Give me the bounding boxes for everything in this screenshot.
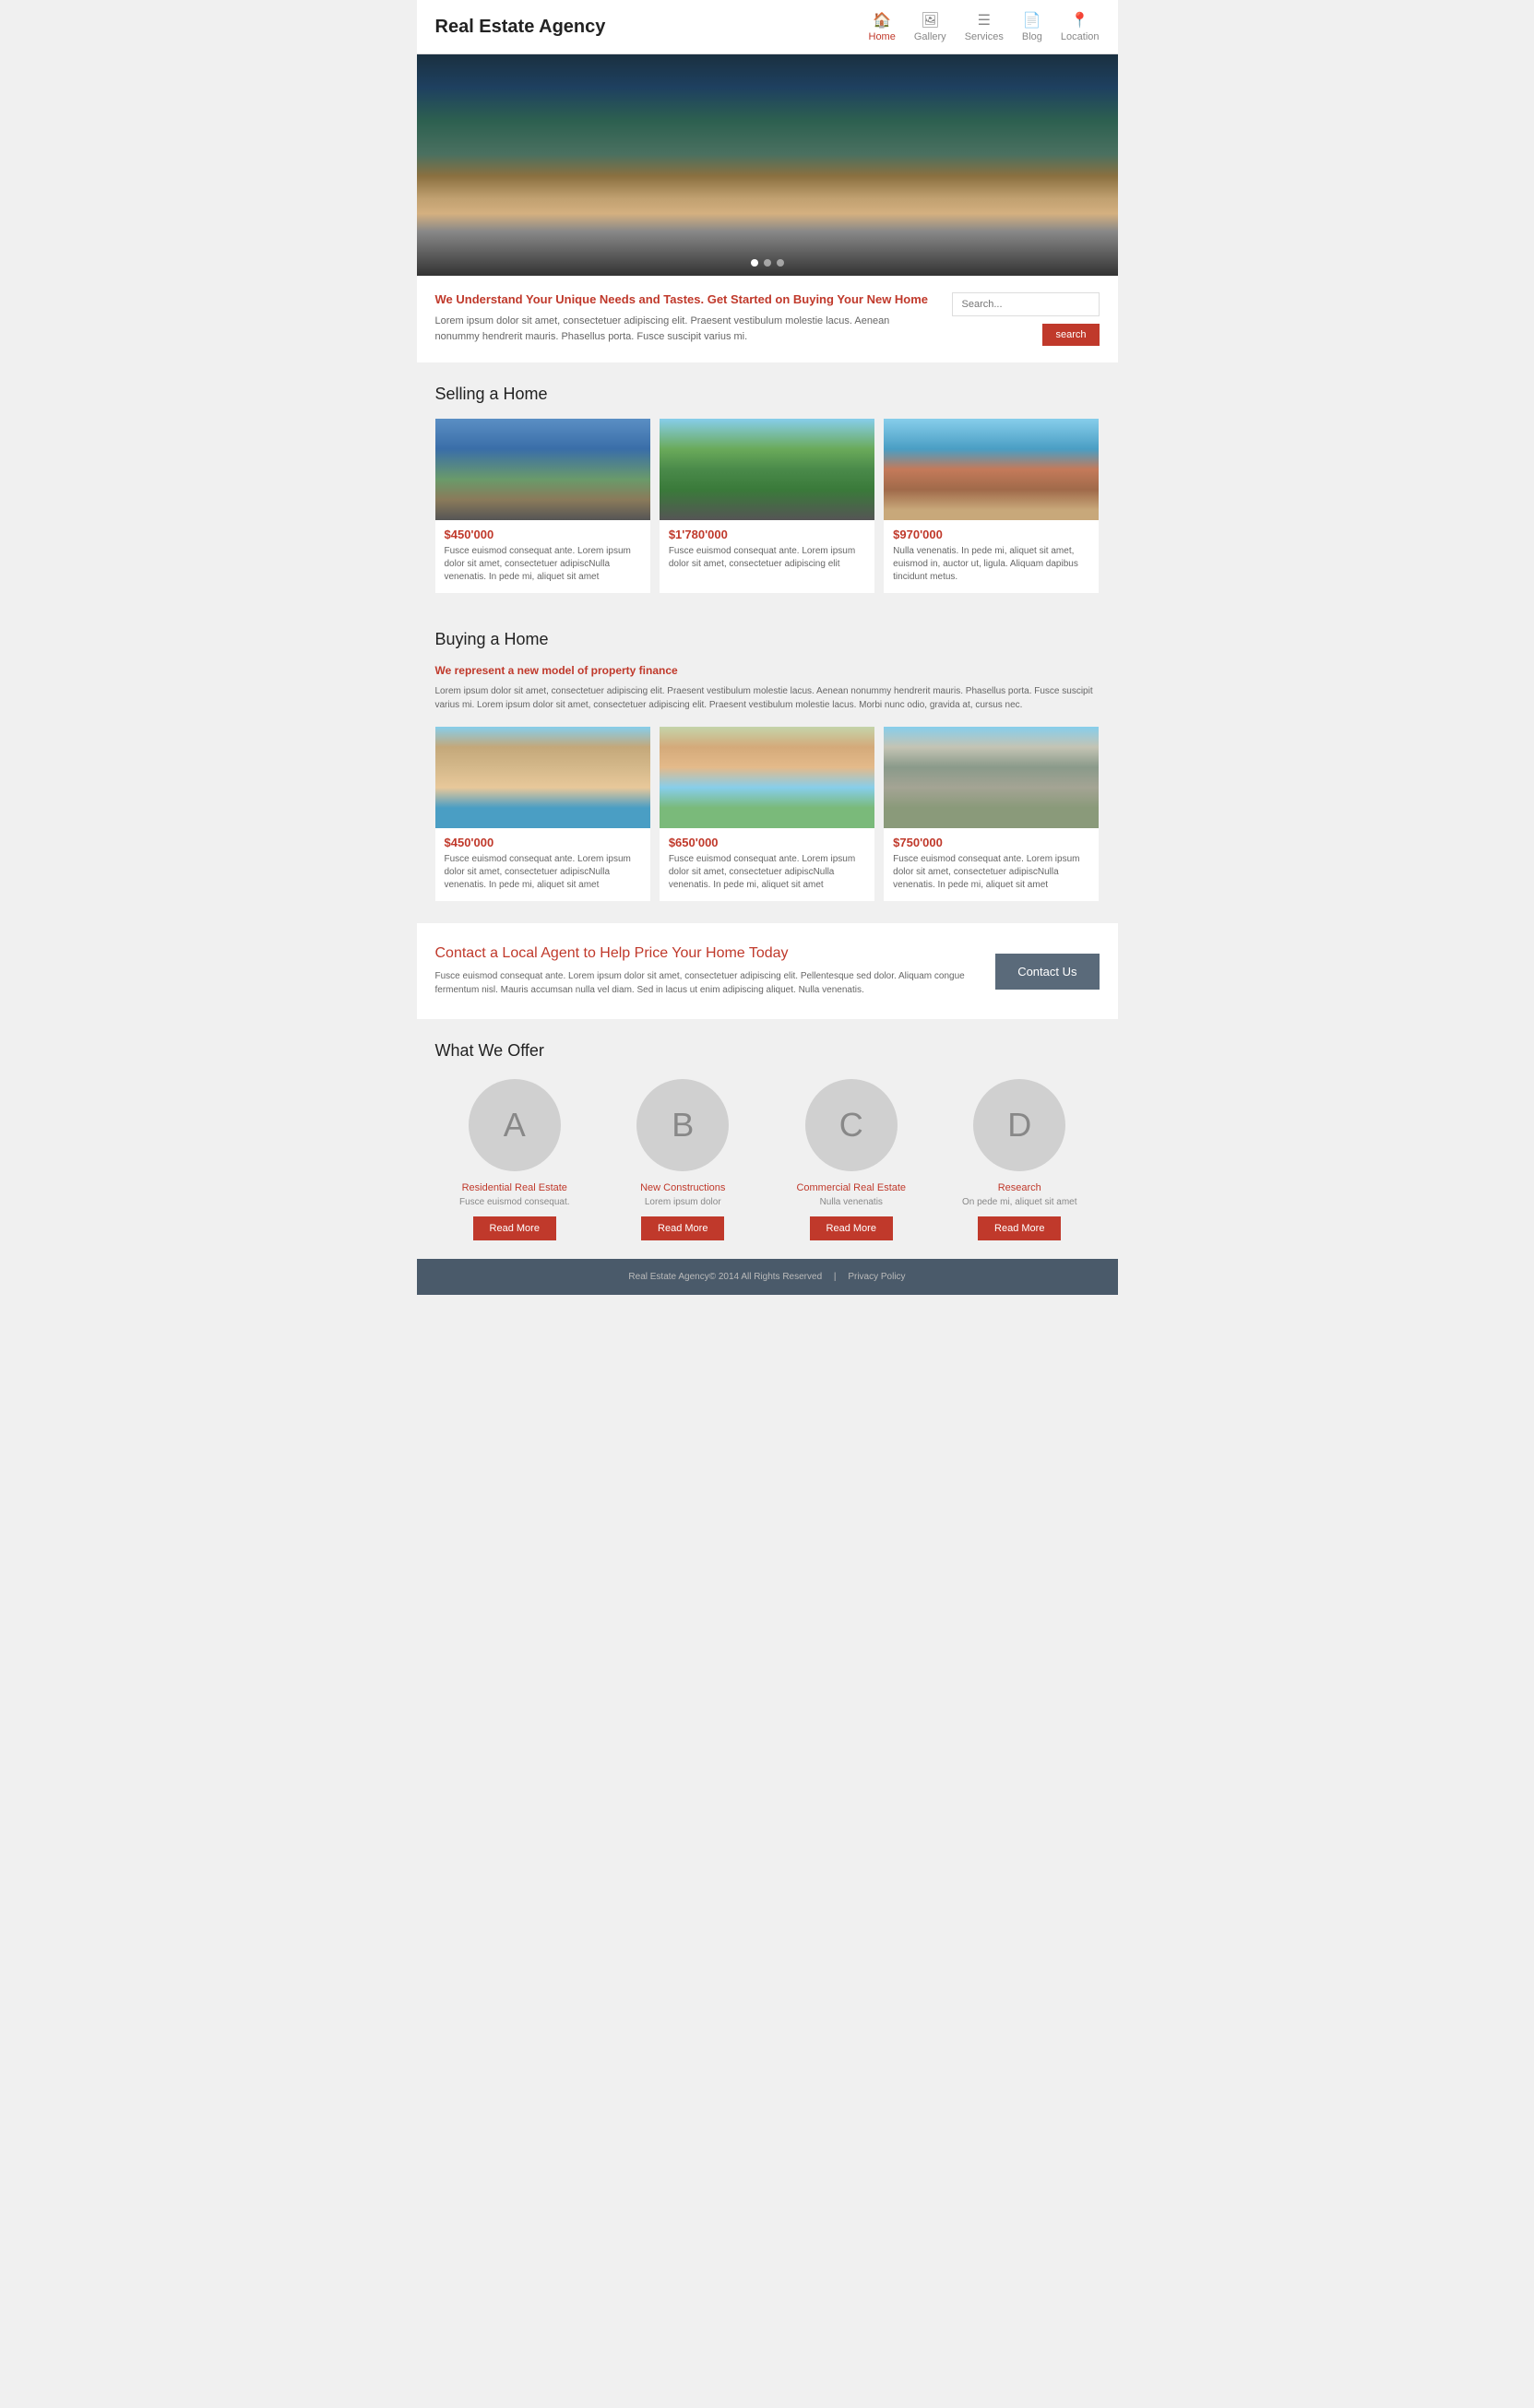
- selling-image-3: [884, 419, 1099, 520]
- site-logo: Real Estate Agency: [435, 17, 606, 38]
- offer-letter-c: C: [839, 1106, 863, 1145]
- search-input[interactable]: [952, 292, 1100, 316]
- footer: Real Estate Agency© 2014 All Rights Rese…: [417, 1259, 1118, 1295]
- buying-card-3: $750'000 Fusce euismod consequat ante. L…: [884, 727, 1099, 901]
- offer-name-d: Research: [998, 1182, 1041, 1193]
- nav-services[interactable]: ☰ Services: [965, 11, 1004, 42]
- read-more-research[interactable]: Read More: [978, 1216, 1061, 1240]
- buying-price-2: $650'000: [660, 828, 874, 853]
- offer-name-c: Commercial Real Estate: [796, 1182, 906, 1193]
- search-text: Lorem ipsum dolor sit amet, consectetuer…: [435, 314, 933, 344]
- cta-text: Fusce euismod consequat ante. Lorem ipsu…: [435, 969, 978, 997]
- offer-title: What We Offer: [435, 1041, 1100, 1061]
- nav-home-label: Home: [869, 31, 896, 42]
- offer-letter-a: A: [504, 1106, 526, 1145]
- nav-location-label: Location: [1061, 31, 1100, 42]
- offer-circle-a: A: [469, 1079, 561, 1171]
- offer-desc-d: On pede mi, aliquet sit amet: [962, 1197, 1077, 1207]
- hero-banner: [417, 54, 1118, 276]
- selling-grid: $450'000 Fusce euismod consequat ante. L…: [435, 419, 1100, 593]
- offer-card-residential: A Residential Real Estate Fusce euismod …: [435, 1079, 595, 1240]
- offer-desc-b: Lorem ipsum dolor: [645, 1197, 721, 1207]
- buying-desc-2: Fusce euismod consequat ante. Lorem ipsu…: [660, 853, 874, 901]
- selling-section: Selling a Home $450'000 Fusce euismod co…: [417, 366, 1118, 611]
- offer-letter-b: B: [672, 1106, 694, 1145]
- cta-left: Contact a Local Agent to Help Price Your…: [435, 945, 978, 997]
- buying-image-1: [435, 727, 650, 828]
- header: Real Estate Agency 🏠 Home 🖼 Gallery ☰ Se…: [417, 0, 1118, 54]
- offer-card-commercial: C Commercial Real Estate Nulla venenatis…: [772, 1079, 932, 1240]
- cta-section: Contact a Local Agent to Help Price Your…: [417, 923, 1118, 1019]
- selling-desc-2: Fusce euismod consequat ante. Lorem ipsu…: [660, 545, 874, 580]
- search-section: We Understand Your Unique Needs and Tast…: [417, 276, 1118, 362]
- read-more-commercial[interactable]: Read More: [810, 1216, 893, 1240]
- cta-title: Contact a Local Agent to Help Price Your…: [435, 945, 978, 962]
- offer-grid: A Residential Real Estate Fusce euismod …: [435, 1079, 1100, 1240]
- selling-image-1: [435, 419, 650, 520]
- offer-card-research: D Research On pede mi, aliquet sit amet …: [940, 1079, 1100, 1240]
- gallery-icon: 🖼: [921, 11, 939, 30]
- buying-card-1: $450'000 Fusce euismod consequat ante. L…: [435, 727, 650, 901]
- offer-circle-d: D: [973, 1079, 1065, 1171]
- nav-blog-label: Blog: [1022, 31, 1042, 42]
- buying-subtitle: We represent a new model of property fin…: [435, 664, 1100, 677]
- nav-gallery-label: Gallery: [914, 31, 946, 42]
- selling-image-2: [660, 419, 874, 520]
- read-more-residential[interactable]: Read More: [473, 1216, 556, 1240]
- selling-price-1: $450'000: [435, 520, 650, 545]
- nav-location[interactable]: 📍 Location: [1061, 11, 1100, 42]
- offer-circle-b: B: [636, 1079, 729, 1171]
- footer-separator: |: [834, 1272, 837, 1282]
- blog-icon: 📄: [1023, 11, 1041, 30]
- main-nav: 🏠 Home 🖼 Gallery ☰ Services 📄 Blog 📍 Loc…: [869, 11, 1100, 42]
- privacy-policy-link[interactable]: Privacy Policy: [848, 1272, 905, 1282]
- buying-price-3: $750'000: [884, 828, 1099, 853]
- search-button[interactable]: search: [1042, 324, 1099, 346]
- offer-name-a: Residential Real Estate: [462, 1182, 567, 1193]
- services-icon: ☰: [978, 11, 991, 30]
- buying-desc-1: Fusce euismod consequat ante. Lorem ipsu…: [435, 853, 650, 901]
- buying-text: Lorem ipsum dolor sit amet, consectetuer…: [435, 684, 1100, 712]
- nav-services-label: Services: [965, 31, 1004, 42]
- selling-price-3: $970'000: [884, 520, 1099, 545]
- hero-dot-3[interactable]: [777, 259, 784, 267]
- nav-gallery[interactable]: 🖼 Gallery: [914, 11, 946, 42]
- buying-desc-3: Fusce euismod consequat ante. Lorem ipsu…: [884, 853, 1099, 901]
- buying-card-2: $650'000 Fusce euismod consequat ante. L…: [660, 727, 874, 901]
- search-left: We Understand Your Unique Needs and Tast…: [435, 292, 933, 346]
- location-icon: 📍: [1071, 11, 1089, 30]
- selling-card-2: $1'780'000 Fusce euismod consequat ante.…: [660, 419, 874, 593]
- read-more-constructions[interactable]: Read More: [641, 1216, 724, 1240]
- buying-price-1: $450'000: [435, 828, 650, 853]
- home-icon: 🏠: [873, 11, 891, 30]
- contact-us-button[interactable]: Contact Us: [995, 954, 1099, 990]
- offer-letter-d: D: [1007, 1106, 1031, 1145]
- nav-home[interactable]: 🏠 Home: [869, 11, 896, 42]
- buying-section: Buying a Home We represent a new model o…: [417, 611, 1118, 919]
- offer-desc-a: Fusce euismod consequat.: [459, 1197, 570, 1207]
- buying-image-2: [660, 727, 874, 828]
- buying-grid: $450'000 Fusce euismod consequat ante. L…: [435, 727, 1100, 901]
- selling-price-2: $1'780'000: [660, 520, 874, 545]
- selling-card-1: $450'000 Fusce euismod consequat ante. L…: [435, 419, 650, 593]
- selling-title: Selling a Home: [435, 385, 1100, 404]
- buying-title: Buying a Home: [435, 630, 1100, 649]
- nav-blog[interactable]: 📄 Blog: [1022, 11, 1042, 42]
- offer-card-constructions: B New Constructions Lorem ipsum dolor Re…: [603, 1079, 763, 1240]
- selling-desc-3: Nulla venenatis. In pede mi, aliquet sit…: [884, 545, 1099, 593]
- offer-circle-c: C: [805, 1079, 898, 1171]
- hero-dots: [751, 259, 784, 267]
- selling-card-3: $970'000 Nulla venenatis. In pede mi, al…: [884, 419, 1099, 593]
- search-right: search: [952, 292, 1100, 346]
- hero-dot-1[interactable]: [751, 259, 758, 267]
- footer-text: Real Estate Agency© 2014 All Rights Rese…: [628, 1272, 822, 1282]
- hero-dot-2[interactable]: [764, 259, 771, 267]
- selling-desc-1: Fusce euismod consequat ante. Lorem ipsu…: [435, 545, 650, 593]
- offer-name-b: New Constructions: [640, 1182, 725, 1193]
- offer-section: What We Offer A Residential Real Estate …: [417, 1023, 1118, 1259]
- search-headline: We Understand Your Unique Needs and Tast…: [435, 292, 933, 306]
- buying-image-3: [884, 727, 1099, 828]
- offer-desc-c: Nulla venenatis: [820, 1197, 883, 1207]
